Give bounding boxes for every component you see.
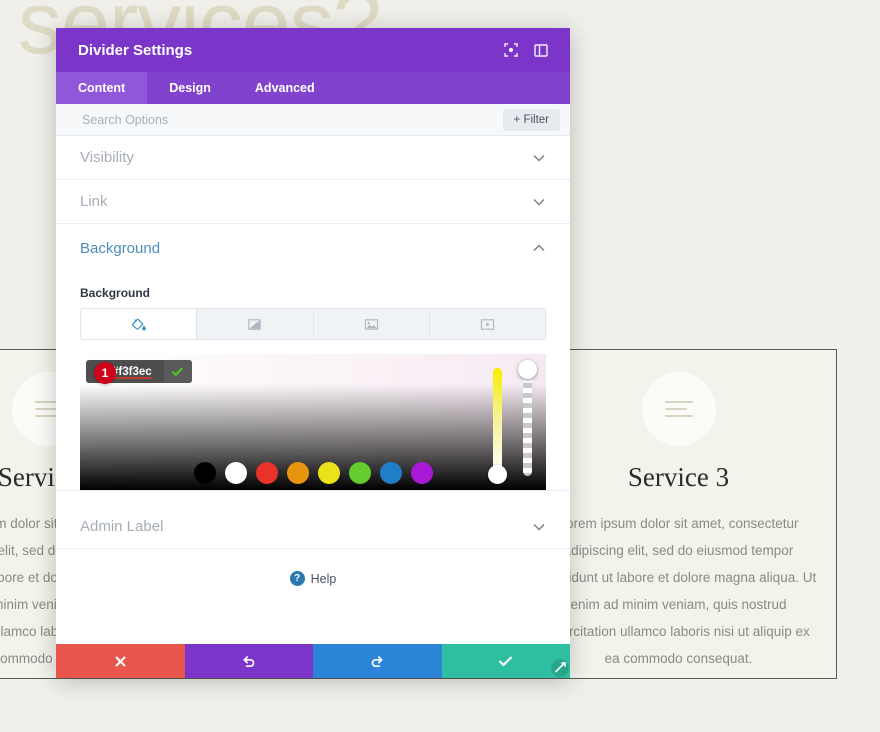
hue-slider[interactable] [488, 368, 507, 484]
swatch-red[interactable] [255, 462, 278, 484]
modal-header: Divider Settings [56, 28, 570, 72]
help-area: ? Help [56, 549, 570, 608]
redo-button[interactable] [313, 644, 442, 678]
section-label: Visibility [80, 149, 134, 166]
text-lines-icon [664, 401, 693, 417]
bgtype-color-fill[interactable] [81, 309, 198, 339]
check-icon[interactable] [163, 360, 192, 383]
search-row: + Filter [56, 104, 570, 136]
modal-body: Visibility Link Background Background #f… [56, 136, 570, 644]
undo-button[interactable] [184, 644, 313, 678]
chevron-down-icon [532, 520, 546, 534]
help-label: Help [310, 571, 337, 586]
chevron-down-icon [532, 151, 546, 165]
swatch-purple[interactable] [410, 462, 433, 484]
modal-title: Divider Settings [78, 41, 193, 59]
color-swatch-row [80, 462, 546, 484]
bgtype-gradient[interactable] [197, 309, 314, 339]
section-background-header[interactable]: Background [56, 224, 570, 272]
section-link[interactable]: Link [56, 180, 570, 224]
resize-handle-icon[interactable] [546, 654, 570, 678]
panel-layout-icon[interactable] [530, 39, 552, 61]
background-field-label: Background [80, 286, 151, 300]
swatch-blue[interactable] [379, 462, 402, 484]
section-admin-label[interactable]: Admin Label [56, 505, 570, 549]
section-visibility[interactable]: Visibility [56, 136, 570, 180]
section-label: Background [80, 239, 161, 257]
service-title: Service 3 [627, 462, 730, 492]
section-label: Admin Label [80, 518, 164, 535]
tab-advanced[interactable]: Advanced [233, 72, 337, 104]
modal-footer [56, 644, 570, 678]
divider-settings-modal: Divider Settings Content Design Advanced… [56, 28, 570, 678]
responsive-preview-icon[interactable] [500, 39, 522, 61]
swatch-black[interactable] [193, 462, 216, 484]
bgtype-video[interactable] [429, 309, 545, 339]
section-label: Link [80, 193, 108, 210]
search-input[interactable] [80, 111, 503, 128]
section-background: Background Background #f3f3ec 1 [56, 224, 570, 491]
filter-button[interactable]: + Filter [502, 108, 560, 131]
service-icon-circle [641, 372, 716, 446]
chevron-down-icon [532, 195, 546, 209]
alpha-slider[interactable] [518, 360, 537, 476]
annotation-marker-1: 1 [94, 362, 116, 384]
service-text: Lorem ipsum dolor sit amet, consectetur … [540, 516, 817, 666]
help-link[interactable]: ? Help [289, 571, 337, 586]
chevron-up-icon [532, 241, 546, 255]
tab-design[interactable]: Design [147, 72, 233, 104]
alpha-slider-handle[interactable] [518, 360, 537, 379]
swatch-yellow[interactable] [317, 462, 340, 484]
bgtype-image[interactable] [313, 309, 430, 339]
question-mark-icon: ? [289, 571, 305, 586]
color-picker[interactable]: #f3f3ec 1 [80, 354, 546, 490]
swatch-green[interactable] [348, 462, 371, 484]
background-type-tabs [80, 308, 546, 340]
modal-tab-bar: Content Design Advanced [56, 72, 570, 104]
tab-content[interactable]: Content [56, 72, 148, 104]
swatch-orange[interactable] [286, 462, 309, 484]
swatch-white[interactable] [224, 462, 247, 484]
cancel-button[interactable] [56, 644, 185, 678]
